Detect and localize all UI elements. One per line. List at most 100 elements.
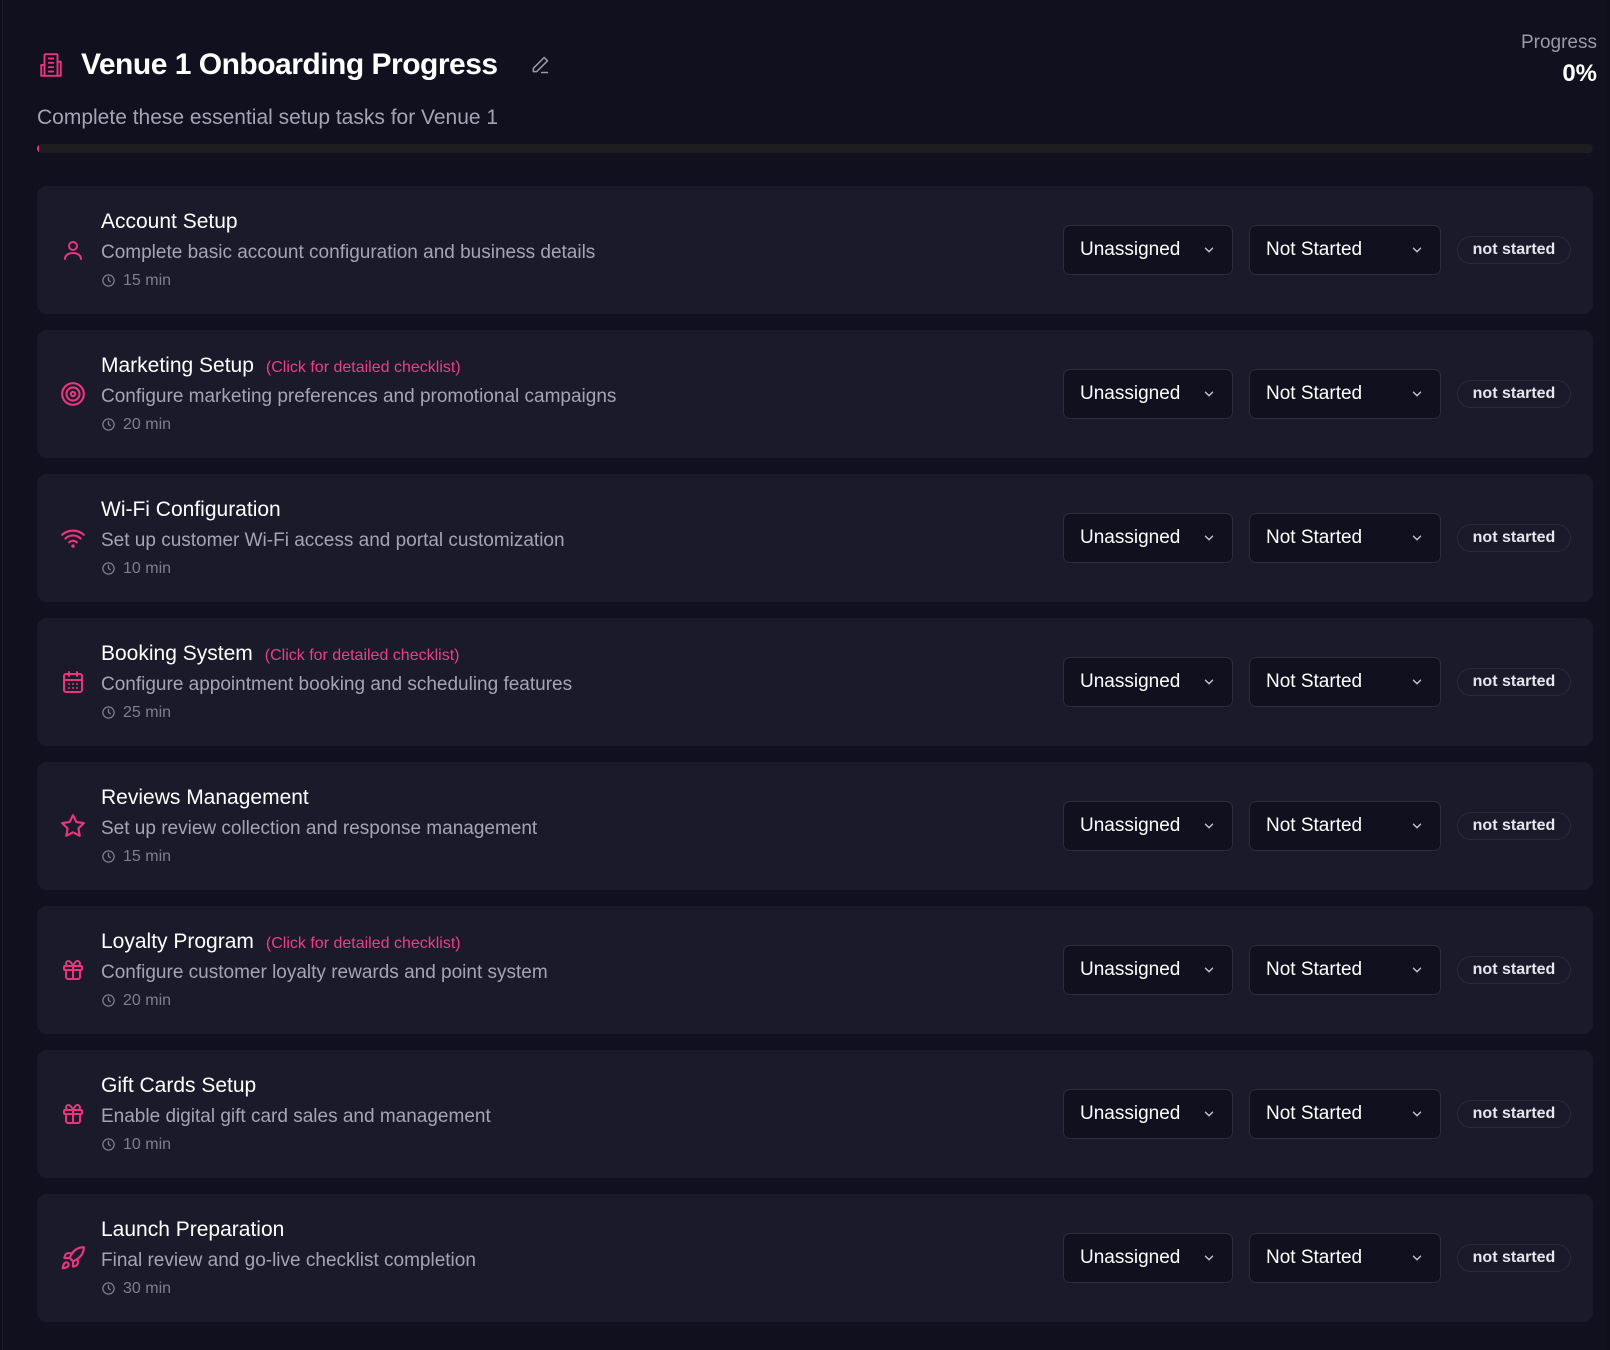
task-title: Marketing Setup [101,354,254,377]
task-controls: Unassigned Not Started not started [1063,1233,1571,1283]
status-select[interactable]: Not Started [1249,369,1441,419]
task-description: Set up customer Wi-Fi access and portal … [101,530,565,551]
task-title: Reviews Management [101,786,309,809]
status-value: Not Started [1266,383,1363,404]
chevron-down-icon [1410,1251,1424,1265]
task-duration: 30 min [101,1280,476,1298]
task-text: Reviews Management Set up review collect… [101,786,537,866]
assignee-select[interactable]: Unassigned [1063,225,1233,275]
task-controls: Unassigned Not Started not started [1063,657,1571,707]
task-row-account-setup[interactable]: Account Setup Complete basic account con… [37,186,1593,314]
assignee-value: Unassigned [1080,671,1181,692]
chevron-down-icon [1410,963,1424,977]
chevron-down-icon [1202,1107,1216,1121]
task-controls: Unassigned Not Started not started [1063,225,1571,275]
wifi-icon [59,524,87,552]
title-row: Venue 1 Onboarding Progress [37,40,1597,90]
status-badge: not started [1457,668,1571,696]
assignee-select[interactable]: Unassigned [1063,1089,1233,1139]
task-title-row: Marketing Setup (Click for detailed chec… [101,354,616,382]
status-value: Not Started [1266,959,1363,980]
status-value: Not Started [1266,1103,1363,1124]
checklist-link[interactable]: (Click for detailed checklist) [265,647,460,665]
onboarding-card: Venue 1 Onboarding Progress Progress 0% … [2,0,1606,1350]
chevron-down-icon [1410,243,1424,257]
status-badge: not started [1457,812,1571,840]
status-select[interactable]: Not Started [1249,225,1441,275]
task-text: Account Setup Complete basic account con… [101,210,595,290]
chevron-down-icon [1410,819,1424,833]
building-icon [37,51,65,79]
chevron-down-icon [1202,531,1216,545]
task-text: Wi-Fi Configuration Set up customer Wi-F… [101,498,565,578]
assignee-value: Unassigned [1080,239,1181,260]
progress-label: Progress [1520,32,1597,53]
task-row-launch-preparation[interactable]: Launch Preparation Final review and go-l… [37,1194,1593,1322]
status-select[interactable]: Not Started [1249,1233,1441,1283]
assignee-value: Unassigned [1080,1247,1181,1268]
task-row-loyalty-program[interactable]: Loyalty Program (Click for detailed chec… [37,906,1593,1034]
task-title-row: Launch Preparation [101,1218,476,1246]
checklist-link[interactable]: (Click for detailed checklist) [266,935,461,953]
task-controls: Unassigned Not Started not started [1063,945,1571,995]
task-title-row: Reviews Management [101,786,537,814]
gift-icon [59,956,87,984]
progress-bar-fill [37,144,39,153]
checklist-link[interactable]: (Click for detailed checklist) [266,359,461,377]
task-row-booking-system[interactable]: Booking System (Click for detailed check… [37,618,1593,746]
assignee-select[interactable]: Unassigned [1063,513,1233,563]
task-duration: 10 min [101,560,565,578]
task-title: Loyalty Program [101,930,254,953]
clock-icon [101,1137,117,1153]
task-duration: 10 min [101,1136,491,1154]
status-select[interactable]: Not Started [1249,657,1441,707]
assignee-select[interactable]: Unassigned [1063,945,1233,995]
task-duration: 15 min [101,272,595,290]
task-title-row: Booking System (Click for detailed check… [101,642,572,670]
gift-icon [59,1100,87,1128]
status-select[interactable]: Not Started [1249,1089,1441,1139]
chevron-down-icon [1410,675,1424,689]
task-row-wi-fi-configuration[interactable]: Wi-Fi Configuration Set up customer Wi-F… [37,474,1593,602]
target-icon [59,380,87,408]
task-row-gift-cards-setup[interactable]: Gift Cards Setup Enable digital gift car… [37,1050,1593,1178]
assignee-value: Unassigned [1080,383,1181,404]
task-description: Configure appointment booking and schedu… [101,674,573,695]
status-select[interactable]: Not Started [1249,801,1441,851]
edit-title-icon[interactable] [528,53,552,77]
status-badge: not started [1457,1100,1571,1128]
task-row-reviews-management[interactable]: Reviews Management Set up review collect… [37,762,1593,890]
status-select[interactable]: Not Started [1249,513,1441,563]
chevron-down-icon [1202,963,1216,977]
status-select[interactable]: Not Started [1249,945,1441,995]
task-title-row: Wi-Fi Configuration [101,498,565,526]
rocket-icon [59,1244,87,1272]
task-title-row: Account Setup [101,210,595,238]
assignee-value: Unassigned [1080,815,1181,836]
task-row-marketing-setup[interactable]: Marketing Setup (Click for detailed chec… [37,330,1593,458]
clock-icon [101,993,117,1009]
assignee-select[interactable]: Unassigned [1063,1233,1233,1283]
task-duration-text: 10 min [123,560,172,577]
chevron-down-icon [1202,1251,1216,1265]
clock-icon [101,417,117,433]
page-subtitle: Complete these essential setup tasks for… [37,106,499,129]
task-duration-text: 15 min [123,272,172,289]
status-value: Not Started [1266,527,1363,548]
status-badge: not started [1457,1244,1571,1272]
task-duration-text: 20 min [123,416,172,433]
status-value: Not Started [1266,1247,1363,1268]
assignee-select[interactable]: Unassigned [1063,801,1233,851]
task-description: Enable digital gift card sales and manag… [101,1106,491,1127]
assignee-select[interactable]: Unassigned [1063,657,1233,707]
status-badge: not started [1457,236,1571,264]
clock-icon [101,705,117,721]
status-value: Not Started [1266,815,1363,836]
task-title: Wi-Fi Configuration [101,498,281,521]
assignee-select[interactable]: Unassigned [1063,369,1233,419]
chevron-down-icon [1202,675,1216,689]
task-duration-text: 25 min [123,704,172,721]
task-duration: 15 min [101,848,537,866]
task-text: Booking System (Click for detailed check… [101,642,572,722]
task-duration-text: 30 min [123,1280,172,1297]
